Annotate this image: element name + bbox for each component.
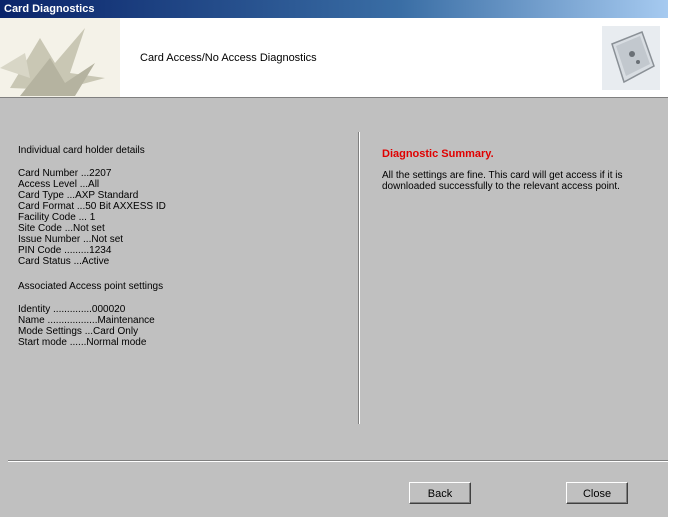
diagnostic-summary-text: All the settings are fine. This card wil… [382, 170, 623, 192]
detail-value: ...AXP Standard [66, 190, 139, 201]
access-point-row: Name ..................Maintenance [18, 315, 348, 326]
access-point-value: ...Card Only [84, 326, 139, 337]
detail-key: Card Status [18, 256, 71, 267]
detail-value: ...All [79, 179, 100, 190]
detail-value: ... 1 [78, 212, 96, 223]
window-edge [668, 0, 677, 517]
detail-row: Facility Code ... 1 [18, 212, 348, 223]
detail-row: Site Code ...Not set [18, 223, 348, 234]
close-button-label: Close [582, 488, 612, 500]
detail-value: ...Not set [64, 223, 105, 234]
access-card-icon [602, 26, 660, 90]
card-details-panel: Individual card holder details Card Numb… [18, 145, 348, 348]
access-point-settings-title: Associated Access point settings [18, 281, 164, 292]
detail-key: Card Format [18, 201, 75, 212]
access-point-value: ......Normal mode [69, 337, 147, 348]
detail-row: Issue Number ...Not set [18, 234, 348, 245]
close-button[interactable]: Close [566, 482, 628, 504]
detail-key: Facility Code [18, 212, 76, 223]
vertical-divider [358, 132, 360, 424]
detail-value: ...Not set [83, 234, 124, 245]
detail-value: ...50 Bit AXXESS ID [76, 201, 166, 212]
detail-key: Access Level [18, 179, 77, 190]
button-separator [8, 460, 668, 462]
detail-key: Card Type [18, 190, 64, 201]
access-point-key: Start mode [18, 337, 67, 348]
wizard-header: Card Access/No Access Diagnostics [0, 18, 668, 98]
detail-value: .........1234 [64, 245, 112, 256]
leaves-graphic-icon [0, 18, 120, 97]
diagnostic-summary-title: Diagnostic Summary. [382, 148, 494, 160]
access-point-key: Identity [18, 304, 51, 315]
detail-row: Card Type ...AXP Standard [18, 190, 348, 201]
detail-row: Card Number ...2207 [18, 168, 348, 179]
detail-key: Site Code [18, 223, 62, 234]
window-title: Card Diagnostics [4, 3, 95, 15]
back-button-label: Back [427, 488, 453, 500]
card-diagnostics-window: Card Diagnostics Card Access/No Access D… [0, 0, 668, 517]
access-point-value: ..............000020 [53, 304, 126, 315]
card-holder-details-title: Individual card holder details [18, 145, 145, 156]
access-point-key: Name [18, 315, 45, 326]
access-point-row: Start mode ......Normal mode [18, 337, 348, 348]
detail-key: Issue Number [18, 234, 81, 245]
detail-row: Card Format ...50 Bit AXXESS ID [18, 201, 348, 212]
access-point-row: Identity ..............000020 [18, 304, 348, 315]
detail-key: PIN Code [18, 245, 62, 256]
detail-key: Card Number [18, 168, 79, 179]
detail-row: PIN Code .........1234 [18, 245, 348, 256]
detail-value: ...Active [73, 256, 110, 267]
back-button[interactable]: Back [409, 482, 471, 504]
access-point-value: ..................Maintenance [47, 315, 155, 326]
access-point-key: Mode Settings [18, 326, 82, 337]
header-title: Card Access/No Access Diagnostics [140, 52, 317, 64]
window-title-bar[interactable]: Card Diagnostics [0, 0, 668, 18]
detail-row: Access Level ...All [18, 179, 348, 190]
detail-row: Card Status ...Active [18, 256, 348, 267]
detail-value: ...2207 [80, 168, 112, 179]
access-point-row: Mode Settings ...Card Only [18, 326, 348, 337]
